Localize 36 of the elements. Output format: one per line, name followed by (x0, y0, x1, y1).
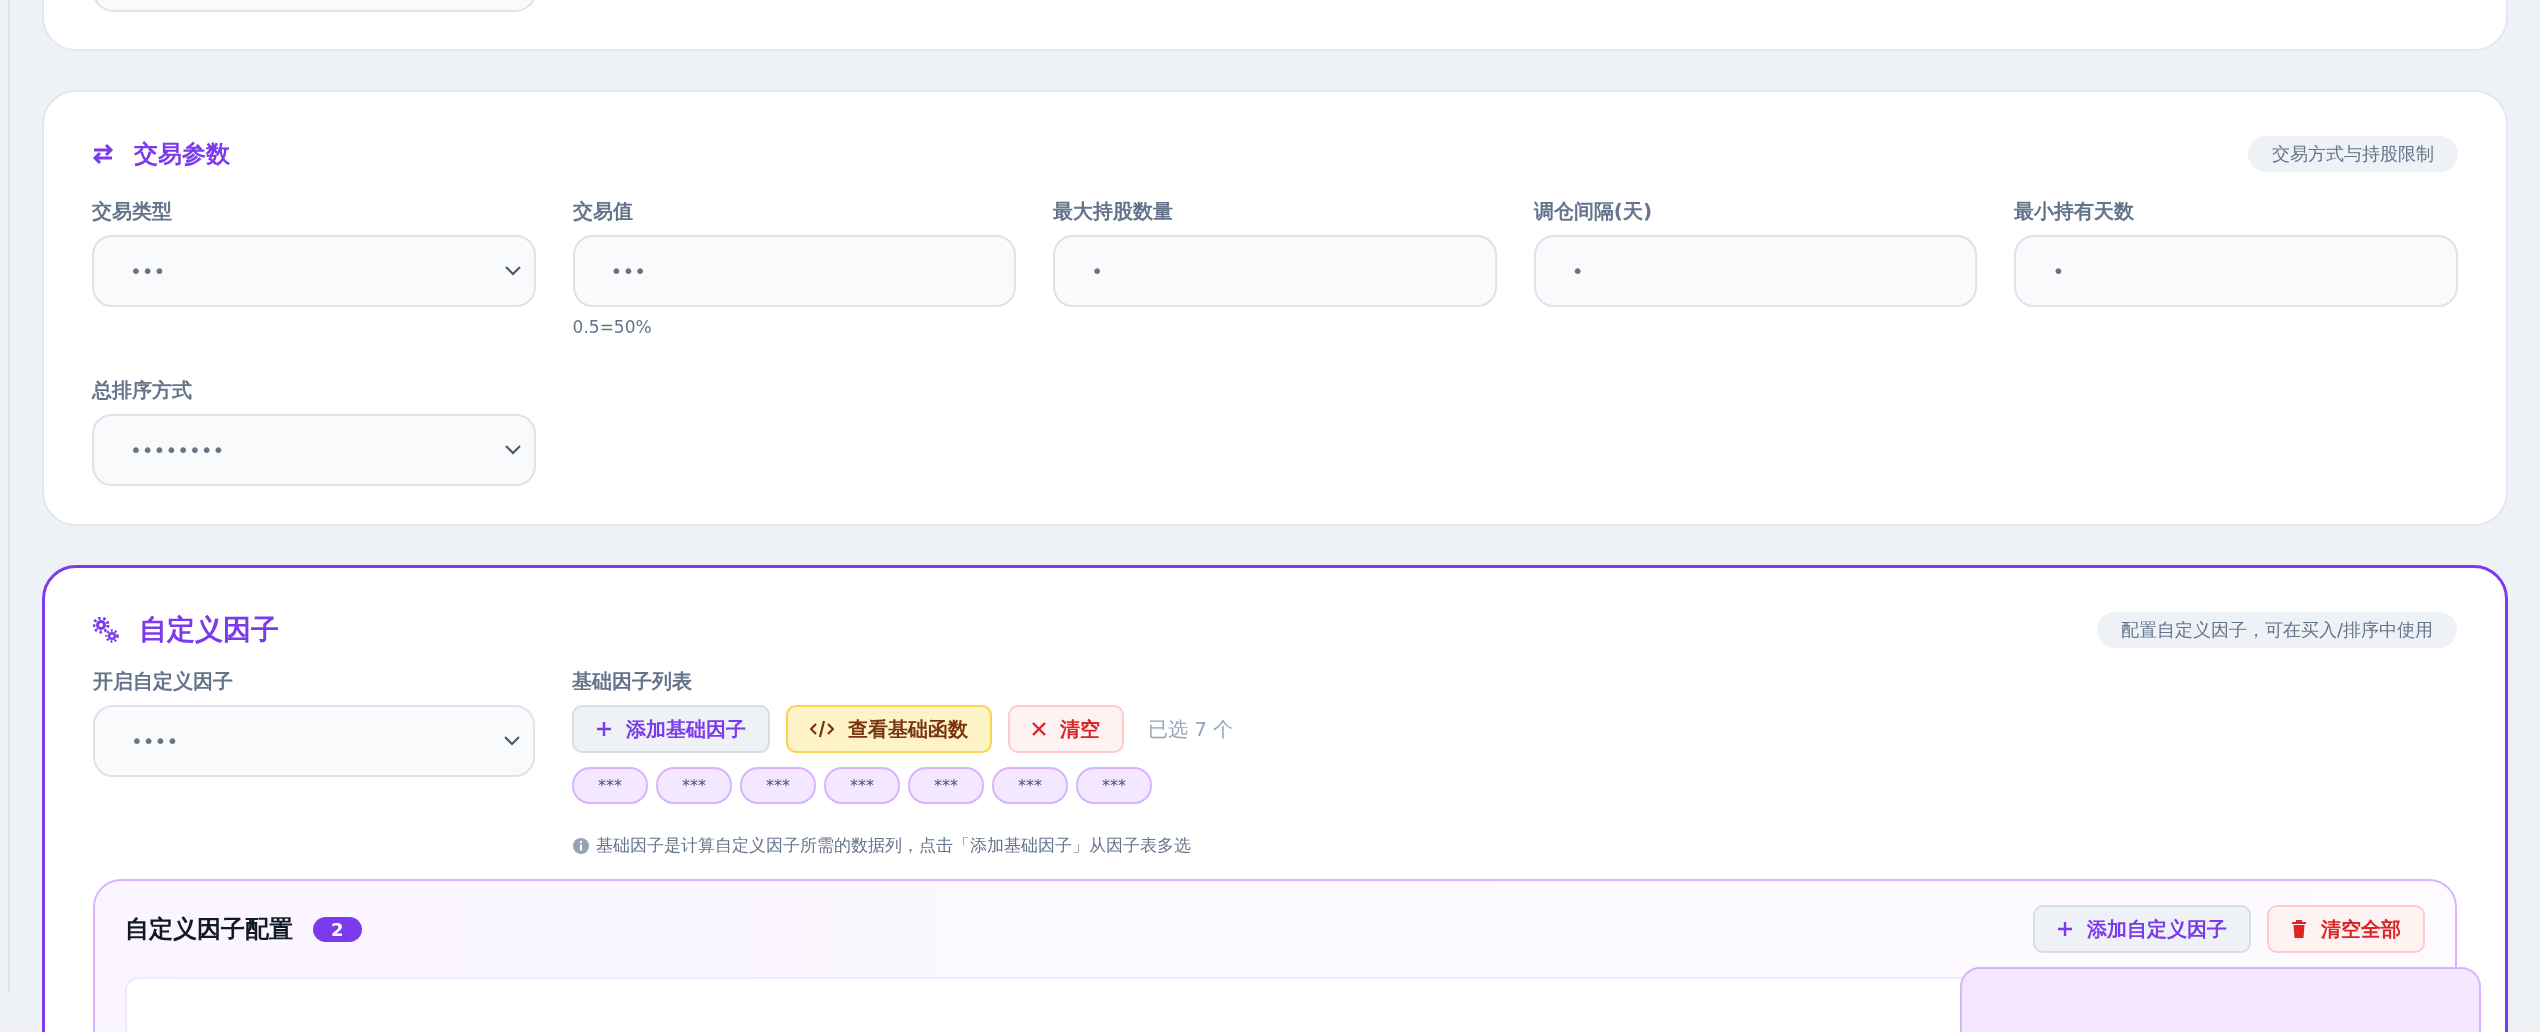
select-field[interactable]: •••• (93, 705, 535, 777)
factor-chip[interactable]: *** (992, 767, 1068, 804)
field-label: 调仓间隔(天) (1533, 198, 1654, 225)
input-field[interactable]: • (1053, 235, 1497, 307)
clear-all-button[interactable]: 清空全部 (2267, 905, 2425, 953)
field-label: 最小持有天数 (2014, 198, 2136, 225)
factor-chip[interactable]: *** (572, 767, 648, 804)
selected-count: 已选 7 个 (1148, 715, 1234, 743)
view-button[interactable]: 查看基础函数 (786, 705, 992, 753)
section-tag: 配置自定义因子，可在买入/排序中使用 (2096, 612, 2457, 648)
clear-button[interactable]: 清空 (1008, 705, 1124, 753)
factor-chip[interactable]: *** (656, 767, 732, 804)
field-label: 交易类型 (92, 198, 173, 225)
input-field[interactable]: • (2014, 235, 2458, 307)
field-label: 总排序方式 (92, 377, 193, 404)
field-label: 开启自定义因子 (93, 668, 234, 695)
count-badge: 2 (313, 916, 362, 942)
add-button[interactable]: 添加基础因子 (572, 705, 770, 753)
info-text: 基础因子是计算自定义因子所需的数据列，点击「添加基础因子」从因子表多选 (596, 834, 1191, 857)
factor-chip[interactable]: *** (1076, 767, 1152, 804)
select-field[interactable]: ••• (92, 235, 536, 307)
add-button[interactable]: 添加自定义因子 (2033, 905, 2251, 953)
field-hint: 0.5=50% (572, 317, 653, 337)
input-field[interactable]: • (1533, 235, 1978, 307)
field-label: 交易值 (572, 198, 634, 225)
field-label: 基础因子列表 (572, 668, 693, 695)
select-field[interactable]: •••••••• (92, 414, 536, 486)
factor-chip[interactable]: *** (908, 767, 984, 804)
input-field[interactable]: ••• (572, 235, 1017, 307)
section-tag: 交易方式与持股限制 (2248, 136, 2458, 172)
panel-title: 自定义因子配置 (125, 914, 293, 945)
factor-chip[interactable]: *** (740, 767, 816, 804)
field-label: 最大持股数量 (1053, 198, 1175, 225)
section-title: 交易参数 (134, 139, 230, 170)
factor-chip[interactable]: *** (824, 767, 900, 804)
section-title: 自定义因子 (139, 612, 279, 648)
